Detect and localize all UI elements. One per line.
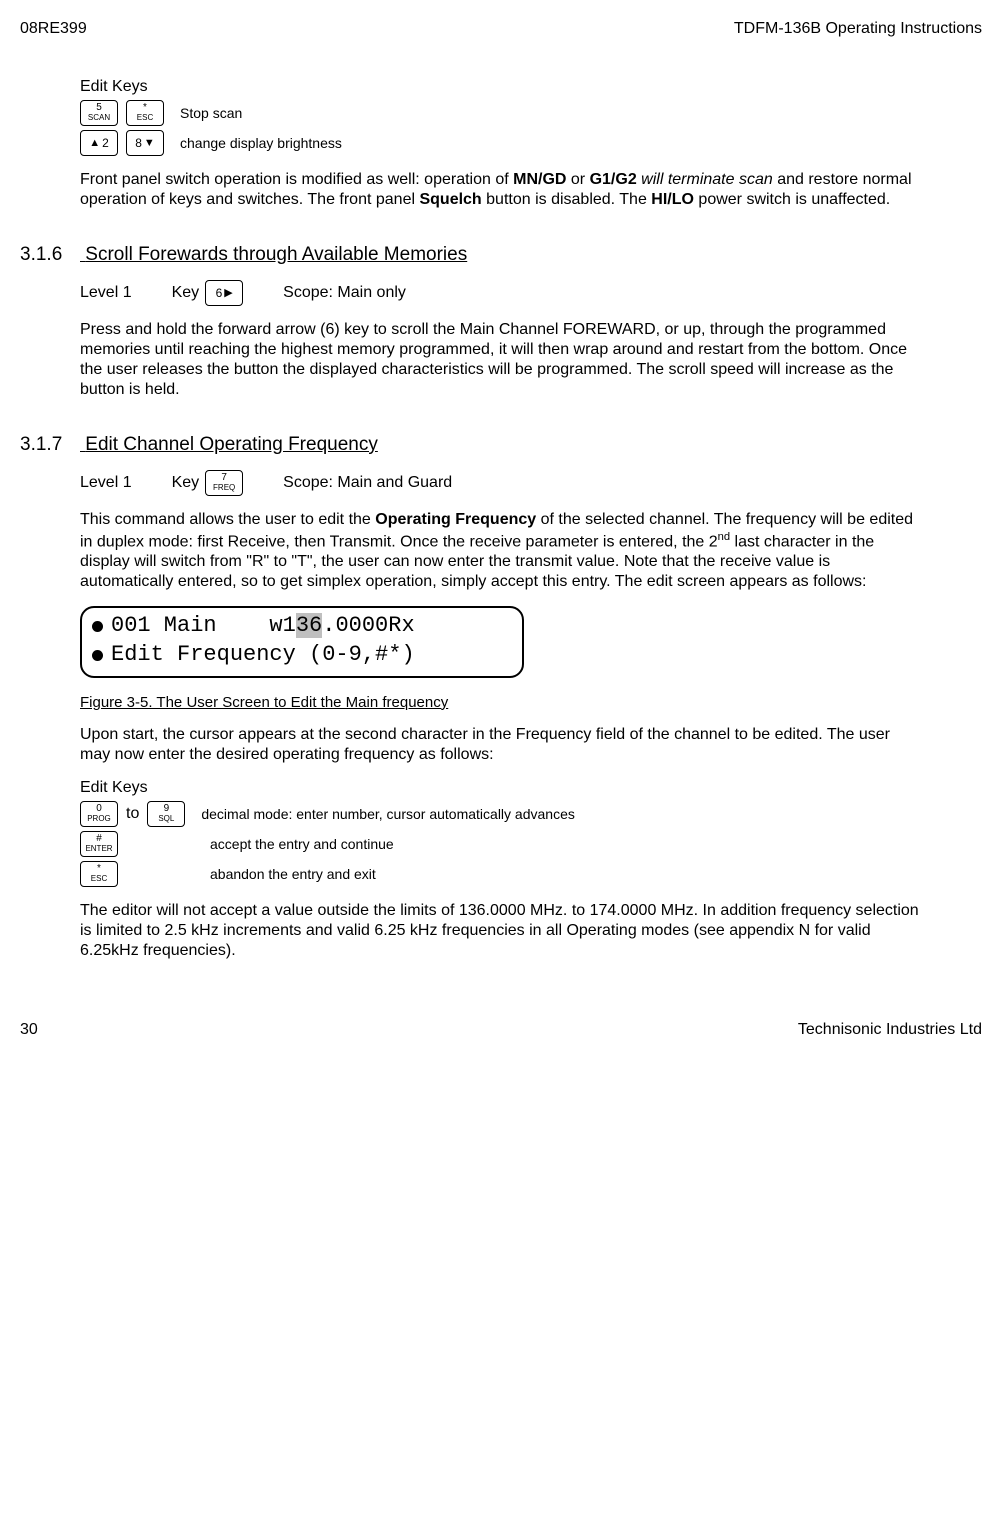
indicator-dot-icon [92, 621, 103, 632]
page: 08RE399 TDFM-136B Operating Instructions… [0, 0, 1002, 1059]
key-8-down: 8 ▼ [126, 130, 164, 156]
level-label: Level 1 [80, 474, 132, 492]
section-317-heading: 3.1.7 Edit Channel Operating Frequency [20, 434, 922, 456]
editor-limits-paragraph: The editor will not accept a value outsi… [80, 901, 922, 961]
lcd-line-1: 001 Main w136.0000Rx [92, 612, 512, 641]
key-5-scan: 5 SCAN [80, 100, 118, 126]
content: Edit Keys 5 SCAN * ESC Stop scan ▲ 2 8 ▼… [20, 78, 982, 961]
arrow-down-icon: ▼ [144, 138, 155, 148]
key-desc-decimal: decimal mode: enter number, cursor autom… [201, 806, 575, 822]
scope-label: Scope: Main only [283, 284, 406, 302]
key-0-prog: 0 PROG [80, 801, 118, 827]
key-desc-brightness: change display brightness [180, 135, 342, 151]
edit-keys-heading-2: Edit Keys [80, 779, 922, 797]
key-9-sql: 9 SQL [147, 801, 185, 827]
figure-caption: Figure 3-5. The User Screen to Edit the … [80, 694, 922, 711]
company-name: Technisonic Industries Ltd [798, 1021, 982, 1039]
key-desc-accept: accept the entry and continue [210, 836, 394, 852]
doc-number: 08RE399 [20, 20, 87, 38]
key-row-abandon: * ESC abandon the entry and exit [80, 861, 922, 887]
to-label: to [126, 805, 139, 823]
key-6-right: 6 ▶ [205, 280, 243, 306]
arrow-right-icon: ▶ [224, 288, 232, 298]
key-star-esc: * ESC [126, 100, 164, 126]
key-label-and-box: Key 6 ▶ [172, 280, 244, 306]
upon-start-paragraph: Upon start, the cursor appears at the se… [80, 725, 922, 765]
page-header: 08RE399 TDFM-136B Operating Instructions [20, 20, 982, 38]
key-2-up: ▲ 2 [80, 130, 118, 156]
key-row-brightness: ▲ 2 8 ▼ change display brightness [80, 130, 922, 156]
page-number: 30 [20, 1021, 38, 1039]
edit-keys-heading: Edit Keys [80, 78, 922, 96]
doc-title: TDFM-136B Operating Instructions [734, 20, 982, 38]
section-316-heading: 3.1.6 Scroll Forewards through Available… [20, 244, 922, 266]
key-row-decimal: 0 PROG to 9 SQL decimal mode: enter numb… [80, 801, 922, 827]
section-317-level-row: Level 1 Key 7 FREQ Scope: Main and Guard [80, 470, 922, 496]
front-panel-paragraph: Front panel switch operation is modified… [80, 170, 922, 210]
key-star-esc-2: * ESC [80, 861, 118, 887]
key-row-accept: # ENTER accept the entry and continue [80, 831, 922, 857]
section-316-paragraph: Press and hold the forward arrow (6) key… [80, 320, 922, 400]
level-label: Level 1 [80, 284, 132, 302]
lcd-line-2: Edit Frequency (0-9,#*) [92, 641, 512, 670]
key-hash-enter: # ENTER [80, 831, 118, 857]
section-316-level-row: Level 1 Key 6 ▶ Scope: Main only [80, 280, 922, 306]
key-desc-stop-scan: Stop scan [180, 105, 242, 121]
key-row-stop-scan: 5 SCAN * ESC Stop scan [80, 100, 922, 126]
arrow-up-icon: ▲ [89, 138, 100, 148]
indicator-dot-icon [92, 650, 103, 661]
lcd-display: 001 Main w136.0000Rx Edit Frequency (0-9… [80, 606, 524, 677]
key-7-freq: 7 FREQ [205, 470, 243, 496]
key-label-and-box: Key 7 FREQ [172, 470, 244, 496]
scope-label: Scope: Main and Guard [283, 474, 452, 492]
page-footer: 30 Technisonic Industries Ltd [20, 1021, 982, 1039]
section-317-paragraph-1: This command allows the user to edit the… [80, 510, 922, 592]
key-desc-abandon: abandon the entry and exit [210, 866, 376, 882]
